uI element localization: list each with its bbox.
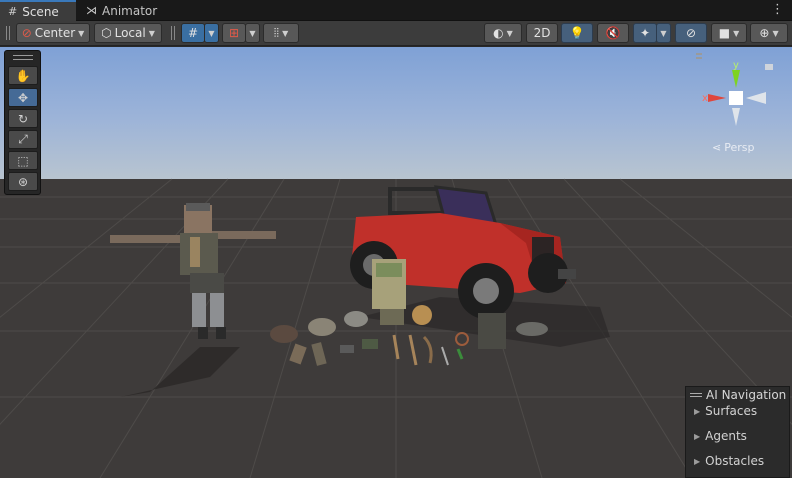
snap-options-dropdown[interactable]: ▼: [245, 23, 260, 43]
eye-slash-icon: ⊘: [685, 26, 697, 40]
gizmo-handle: [696, 57, 702, 59]
ai-navigation-title: AI Navigation: [706, 388, 787, 402]
grid-snap-icon: #: [187, 26, 199, 40]
chevron-down-icon: ▼: [208, 28, 215, 38]
toolbar-grip: [174, 26, 175, 40]
scene-toolbar: ⊘ Center ▼ ⬡ Local ▼ # ▼ ⊞ ▼ ⦙⦙ ▼ ◐ ▼ 2D…: [0, 21, 792, 46]
scale-icon: ⤢: [18, 132, 28, 146]
gizmo-y-axis[interactable]: [732, 70, 740, 88]
foldout-obstacles[interactable]: ▶ Obstacles: [694, 454, 764, 468]
drag-handle[interactable]: [13, 55, 33, 60]
projection-label: Persp: [724, 141, 755, 154]
foldout-surfaces-label: Surfaces: [705, 404, 758, 418]
animator-icon: ⋊: [86, 4, 97, 17]
character-model[interactable]: [110, 203, 276, 339]
gizmo-handle[interactable]: [696, 53, 702, 55]
foldout-agents[interactable]: ▶ Agents: [694, 429, 747, 443]
toolbar-grip: [9, 26, 10, 40]
grid-options-dropdown[interactable]: ▼: [204, 23, 219, 43]
gizmo-neg-x-axis[interactable]: [746, 92, 766, 104]
rotate-tool-button[interactable]: ↻: [8, 109, 38, 128]
mute-icon: 🔇: [605, 26, 621, 40]
gizmo-neg-y-axis[interactable]: [732, 108, 740, 126]
effects-toggle-button[interactable]: ✦: [633, 23, 657, 43]
pivot-rotation-label: Local: [114, 26, 146, 40]
scale-tool-button[interactable]: ⤢: [8, 130, 38, 149]
chevron-right-icon: ▶: [694, 431, 701, 441]
transform-icon: ⊛: [17, 174, 29, 189]
gizmo-center-cube[interactable]: [729, 91, 743, 105]
chevron-down-icon: ▼: [772, 28, 779, 38]
tab-bar: # Scene ⋊ Animator ⋮: [0, 0, 792, 21]
scene-grid: [0, 178, 792, 478]
tab-animator-label: Animator: [102, 3, 158, 18]
chevron-down-icon: ▼: [148, 28, 155, 38]
chevron-down-icon: ▼: [506, 28, 513, 38]
projection-toggle[interactable]: ⋖ Persp: [712, 141, 754, 154]
toolbar-grip: [6, 26, 7, 40]
pivot-mode-label: Center: [34, 26, 76, 40]
rotate-icon: ↻: [17, 111, 29, 126]
ai-navigation-header[interactable]: AI Navigation: [690, 387, 786, 403]
audio-toggle-button[interactable]: 🔇: [597, 23, 629, 43]
chevron-down-icon: ▼: [733, 28, 740, 38]
scene-visibility-button[interactable]: ⊘: [675, 23, 707, 43]
chevron-down-icon: ▼: [282, 28, 289, 38]
more-options-icon[interactable]: ⋮: [771, 2, 784, 17]
transform-tool-button[interactable]: ⊛: [8, 172, 38, 191]
gizmo-x-axis[interactable]: [708, 94, 726, 102]
foldout-obstacles-label: Obstacles: [705, 454, 765, 468]
effects-icon: ✦: [639, 26, 651, 40]
rect-transform-icon: ⬚: [17, 153, 29, 168]
camera-settings-dropdown[interactable]: ■ ▼: [711, 23, 747, 43]
move-icon: ✥: [17, 90, 29, 105]
perspective-icon: ⋖: [712, 141, 722, 154]
chevron-down-icon: ▼: [249, 28, 256, 38]
toggle-2d-label: 2D: [533, 26, 551, 40]
chevron-down-icon: ▼: [660, 28, 667, 38]
chevron-down-icon: ▼: [78, 28, 85, 38]
gizmos-dropdown[interactable]: ⊕ ▼: [750, 23, 788, 43]
pivot-mode-dropdown[interactable]: ⊘ Center ▼: [16, 23, 90, 43]
toolbar-grip: [171, 26, 172, 40]
foldout-surfaces[interactable]: ▶ Surfaces: [694, 404, 757, 418]
foldout-agents-label: Agents: [705, 429, 747, 443]
shading-mode-icon: ◐: [493, 26, 504, 40]
grid-icon: #: [8, 5, 18, 18]
ai-navigation-overlay: AI Navigation ▶ Surfaces ▶ Agents ▶ Obst…: [685, 386, 790, 478]
effects-options-dropdown[interactable]: ▼: [656, 23, 671, 43]
scene-viewport[interactable]: ✋ ✥ ↻ ⤢ ⬚ ⊛ y x ⋖ Persp: [0, 47, 792, 478]
tools-overlay: ✋ ✥ ↻ ⤢ ⬚ ⊛: [4, 50, 41, 195]
increment-snap-dropdown[interactable]: ⦙⦙ ▼: [263, 23, 299, 43]
view-tool-button[interactable]: ✋: [8, 66, 38, 85]
pivot-rotation-dropdown[interactable]: ⬡ Local ▼: [94, 23, 162, 43]
chevron-right-icon: ▶: [694, 406, 701, 416]
increment-snap-icon: ⦙⦙: [273, 25, 280, 40]
pivot-center-icon: ⊘: [21, 26, 32, 40]
snap-icon: ⊞: [228, 26, 240, 40]
camera-icon: ■: [718, 26, 731, 40]
move-tool-button[interactable]: ✥: [8, 88, 38, 107]
grid-visibility-button[interactable]: #: [181, 23, 205, 43]
toggle-2d-button[interactable]: 2D: [526, 23, 558, 43]
draw-mode-dropdown[interactable]: ◐ ▼: [484, 23, 522, 43]
gizmo-sphere-icon: ⊕: [759, 26, 770, 40]
lock-icon[interactable]: [765, 64, 773, 70]
grid-snapping-button[interactable]: ⊞: [222, 23, 246, 43]
cube-icon: ⬡: [101, 26, 112, 40]
rect-tool-button[interactable]: ⬚: [8, 151, 38, 170]
tab-scene[interactable]: # Scene: [0, 0, 76, 21]
drag-handle[interactable]: [690, 393, 702, 397]
chevron-right-icon: ▶: [694, 456, 701, 466]
gizmo-y-label: y: [733, 60, 739, 71]
tab-scene-label: Scene: [22, 4, 59, 19]
character-shadow: [120, 347, 240, 397]
lighting-toggle-button[interactable]: 💡: [561, 23, 593, 43]
gizmo-x-label: x: [702, 93, 708, 104]
hand-icon: ✋: [15, 68, 31, 83]
lightbulb-icon: 💡: [569, 26, 585, 40]
tab-animator[interactable]: ⋊ Animator: [78, 0, 166, 21]
